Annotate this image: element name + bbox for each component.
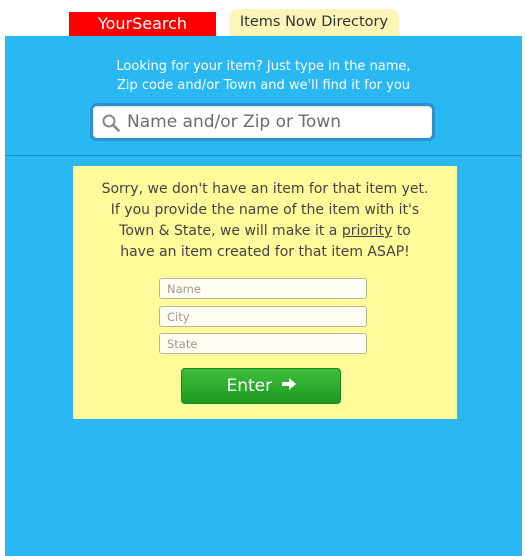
enter-button[interactable]: Enter (181, 368, 341, 404)
message-line4: have an item created for that item ASAP! (120, 244, 410, 260)
message-line3-start: Town & State, we will make it a (119, 223, 342, 239)
tab-items-now-directory[interactable]: Items Now Directory (229, 9, 399, 36)
search-instructions: Looking for your item? Just type in the … (5, 57, 522, 95)
message-line2: If you provide the name of the item with… (110, 202, 420, 218)
message-line3-end: to (392, 223, 411, 239)
no-results-panel: Sorry, we don't have an item for that it… (73, 166, 457, 419)
search-instructions-line2: Zip code and/or Town and we'll find it f… (116, 78, 411, 93)
section-divider (5, 155, 522, 156)
search-instructions-line1: Looking for your item? Just type in the … (116, 59, 411, 74)
priority-link[interactable]: priority (342, 223, 393, 239)
name-field[interactable] (159, 278, 367, 299)
app-background: YourSearch Items Now Directory Looking f… (5, 0, 522, 556)
state-field[interactable] (159, 333, 367, 354)
message-line3: Town & State, we will make it a priority… (73, 221, 457, 242)
tab-yoursearch[interactable]: YourSearch (69, 12, 216, 36)
no-results-message: Sorry, we don't have an item for that it… (73, 179, 457, 263)
arrow-right-icon (281, 368, 296, 402)
search-input[interactable] (127, 106, 427, 138)
message-line1: Sorry, we don't have an item for that it… (101, 181, 429, 197)
search-icon (101, 113, 121, 133)
enter-button-label: Enter (226, 376, 273, 396)
city-field[interactable] (159, 306, 367, 327)
search-box[interactable] (90, 103, 435, 141)
top-bar: YourSearch Items Now Directory (5, 0, 522, 36)
